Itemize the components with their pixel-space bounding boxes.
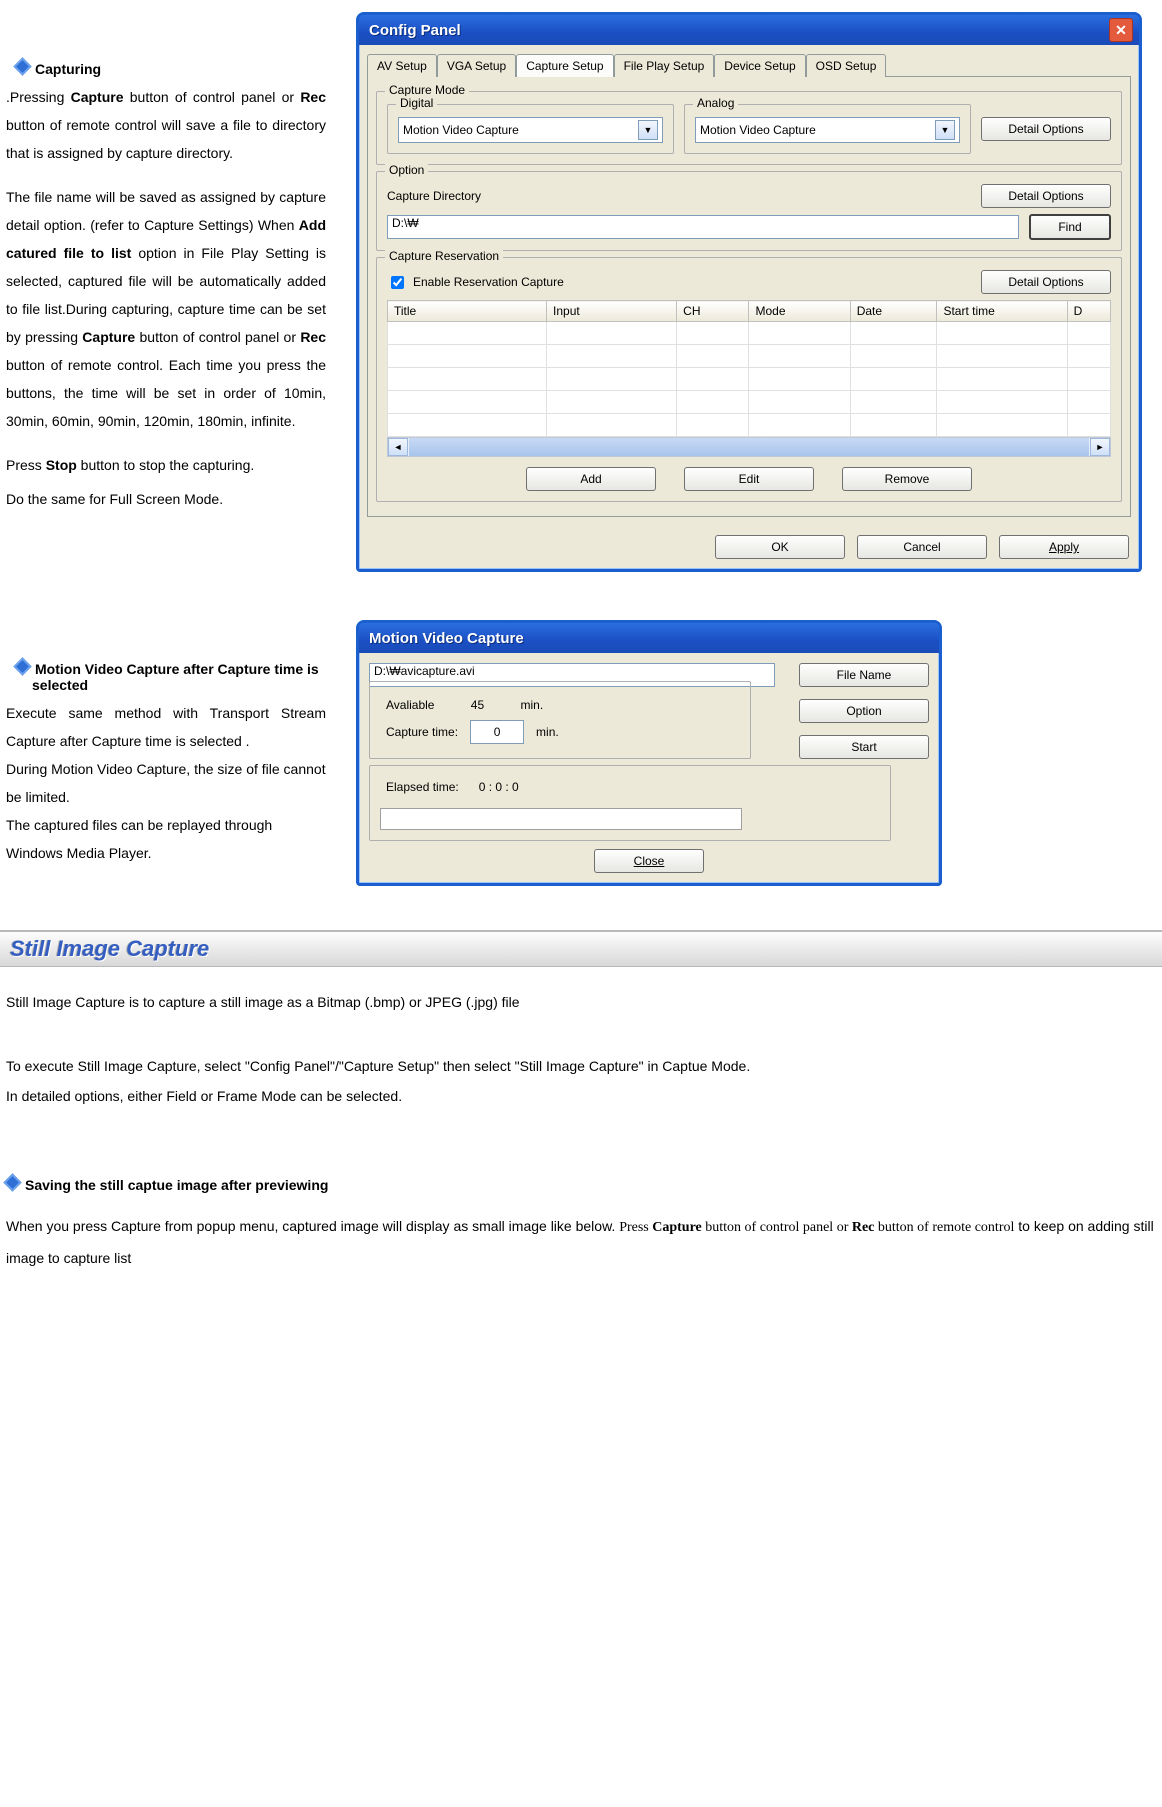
close-button[interactable]: Close xyxy=(594,849,704,873)
para-capturing-4: Do the same for Full Screen Mode. xyxy=(6,485,326,513)
tabs: AV Setup VGA Setup Capture Setup File Pl… xyxy=(359,45,1139,76)
elapsed-label: Elapsed time: xyxy=(386,780,459,794)
tab-vga-setup[interactable]: VGA Setup xyxy=(437,54,516,77)
col-date[interactable]: Date xyxy=(850,301,937,322)
legend-capture-mode: Capture Mode xyxy=(385,83,469,97)
still-howto2: In detailed options, either Field or Fra… xyxy=(6,1081,1156,1111)
edit-button[interactable]: Edit xyxy=(684,467,814,491)
fieldset-reservation: Capture Reservation Enable Reservation C… xyxy=(376,257,1122,502)
window-title: Config Panel xyxy=(365,22,1109,39)
mvc-line-2: During Motion Video Capture, the size of… xyxy=(6,755,326,811)
legend-analog: Analog xyxy=(693,96,738,110)
para-capturing-2: The file name will be saved as assigned … xyxy=(6,183,326,435)
add-button[interactable]: Add xyxy=(526,467,656,491)
detail-options-button[interactable]: Detail Options xyxy=(981,117,1111,141)
legend-option: Option xyxy=(385,163,428,177)
legend-digital: Digital xyxy=(396,96,437,110)
fieldset-option: Option Capture Directory Detail Options … xyxy=(376,171,1122,251)
analog-combo-value: Motion Video Capture xyxy=(700,123,816,137)
section-title: Still Image Capture xyxy=(10,936,209,962)
detail-options-button[interactable]: Detail Options xyxy=(981,184,1111,208)
enable-reservation-checkbox[interactable]: Enable Reservation Capture xyxy=(387,273,564,292)
config-panel-window: Config Panel ✕ AV Setup VGA Setup Captur… xyxy=(356,12,1142,572)
analog-combo[interactable]: Motion Video Capture ▼ xyxy=(695,117,960,143)
tab-capture-setup[interactable]: Capture Setup xyxy=(516,54,613,77)
chevron-down-icon: ▼ xyxy=(935,120,955,140)
tab-file-play-setup[interactable]: File Play Setup xyxy=(614,54,715,77)
progress-bar xyxy=(380,808,742,830)
col-title[interactable]: Title xyxy=(388,301,547,322)
available-label: Avaliable xyxy=(386,698,434,712)
detail-options-button[interactable]: Detail Options xyxy=(981,270,1111,294)
digital-combo[interactable]: Motion Video Capture ▼ xyxy=(398,117,663,143)
titlebar[interactable]: Motion Video Capture xyxy=(359,623,939,653)
elapsed-value: 0 : 0 : 0 xyxy=(479,780,519,794)
section-header-still: Still Image Capture xyxy=(0,930,1162,967)
min-label: min. xyxy=(536,725,559,739)
tab-osd-setup[interactable]: OSD Setup xyxy=(806,54,887,77)
min-label: min. xyxy=(520,698,543,712)
legend-reservation: Capture Reservation xyxy=(385,249,503,263)
heading-mvc: Motion Video Capture after Capture time … xyxy=(16,660,326,693)
mvc-line-1: Execute same method with Transport Strea… xyxy=(6,699,326,755)
still-howto: To execute Still Image Capture, select "… xyxy=(6,1051,1156,1081)
scroll-right-icon[interactable]: ► xyxy=(1090,438,1110,456)
chevron-down-icon: ▼ xyxy=(638,120,658,140)
capture-time-label: Capture time: xyxy=(386,725,458,739)
capture-directory-input[interactable]: D:\₩ xyxy=(387,215,1019,239)
reservation-table[interactable]: Title Input CH Mode Date Start time D xyxy=(387,300,1111,437)
enable-reservation-label: Enable Reservation Capture xyxy=(413,275,564,289)
tab-device-setup[interactable]: Device Setup xyxy=(714,54,805,77)
available-value: 45 xyxy=(452,698,502,712)
horizontal-scrollbar[interactable]: ◄ ► xyxy=(387,437,1111,457)
start-button[interactable]: Start xyxy=(799,735,929,759)
remove-button[interactable]: Remove xyxy=(842,467,972,491)
bullet-icon xyxy=(3,1173,21,1191)
window-title: Motion Video Capture xyxy=(365,630,933,647)
para-capturing-1: .Pressing Capture button of control pane… xyxy=(6,83,326,167)
tab-av-setup[interactable]: AV Setup xyxy=(367,54,437,77)
mvc-window: Motion Video Capture D:\₩avicapture.avi … xyxy=(356,620,942,886)
mvc-line-3: The captured files can be replayed throu… xyxy=(6,811,326,867)
heading-saving-still: Saving the still captue image after prev… xyxy=(6,1176,1162,1193)
option-button[interactable]: Option xyxy=(799,699,929,723)
close-icon[interactable]: ✕ xyxy=(1109,18,1133,42)
still-intro: Still Image Capture is to capture a stil… xyxy=(6,987,1156,1017)
col-input[interactable]: Input xyxy=(547,301,677,322)
heading-capturing: Capturing xyxy=(16,60,326,77)
bullet-icon xyxy=(13,57,31,75)
find-button[interactable]: Find xyxy=(1029,214,1111,240)
cancel-button[interactable]: Cancel xyxy=(857,535,987,559)
col-ch[interactable]: CH xyxy=(677,301,749,322)
scroll-track[interactable] xyxy=(409,438,1089,456)
fieldset-capture-mode: Capture Mode Digital Motion Video Captur… xyxy=(376,91,1122,165)
still-last: When you press Capture from popup menu, … xyxy=(6,1211,1156,1273)
enable-reservation-input[interactable] xyxy=(391,276,404,289)
titlebar[interactable]: Config Panel ✕ xyxy=(359,15,1139,45)
digital-combo-value: Motion Video Capture xyxy=(403,123,519,137)
bullet-icon xyxy=(13,657,31,675)
ok-button[interactable]: OK xyxy=(715,535,845,559)
col-mode[interactable]: Mode xyxy=(749,301,850,322)
apply-button[interactable]: Apply xyxy=(999,535,1129,559)
scroll-left-icon[interactable]: ◄ xyxy=(388,438,408,456)
para-capturing-3: Press Stop button to stop the capturing. xyxy=(6,451,326,479)
file-name-button[interactable]: File Name xyxy=(799,663,929,687)
capture-directory-label: Capture Directory xyxy=(387,189,481,203)
capture-time-input[interactable] xyxy=(470,720,524,744)
col-d[interactable]: D xyxy=(1067,301,1110,322)
col-start-time[interactable]: Start time xyxy=(937,301,1067,322)
